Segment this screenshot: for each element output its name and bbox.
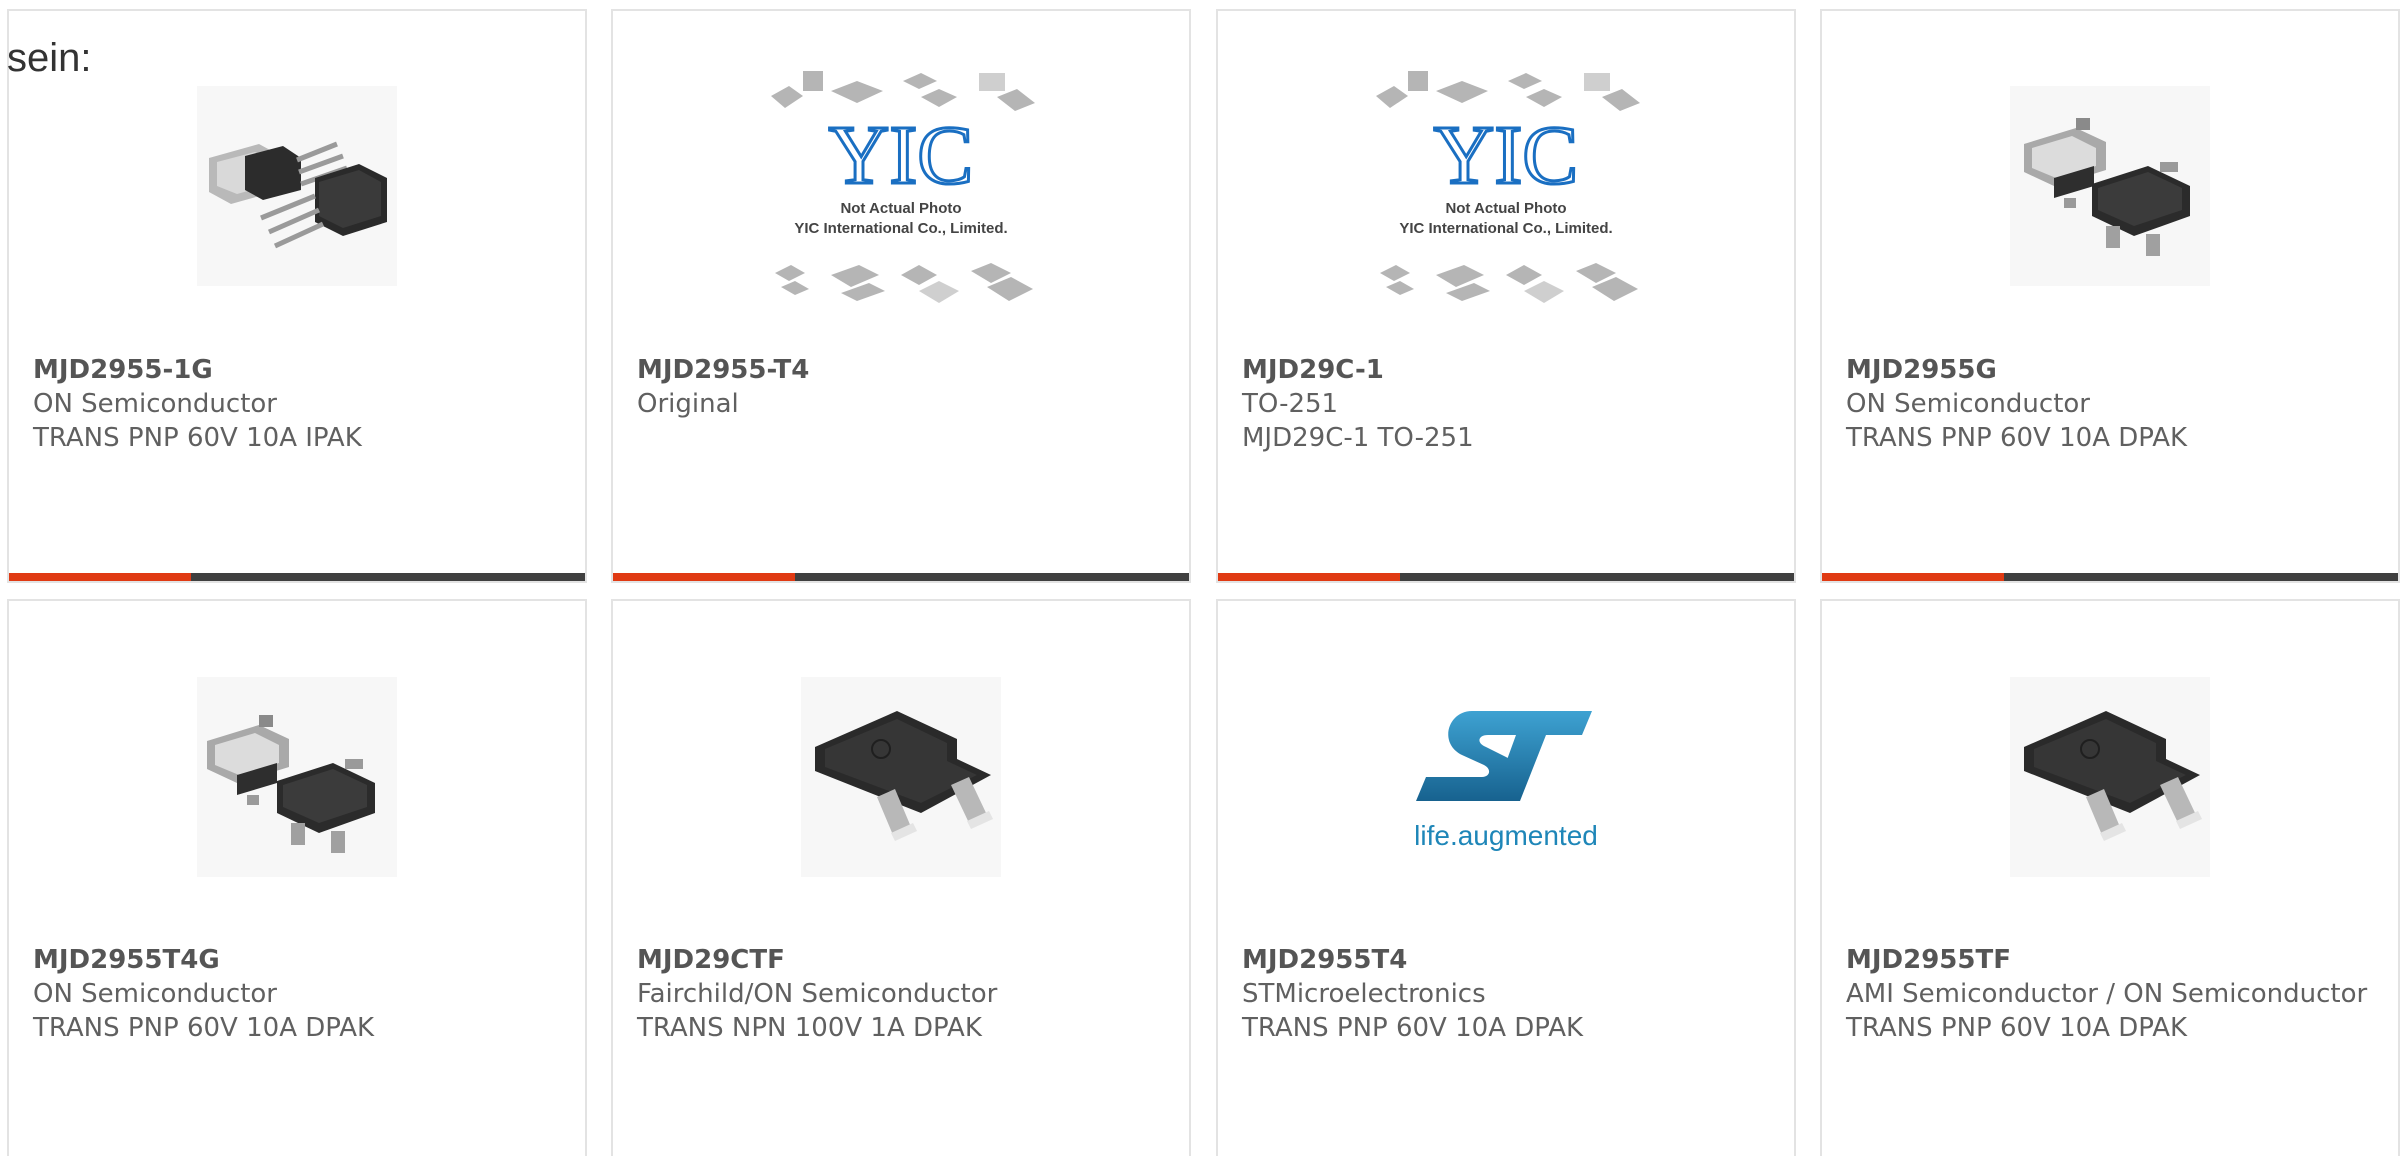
part-number[interactable]: MJD29CTF: [637, 943, 1169, 977]
card-accent-bar: [1822, 573, 2004, 581]
dpak-single-image[interactable]: [1822, 667, 2398, 887]
product-info: MJD2955-1G ON Semiconductor TRANS PNP 60…: [33, 353, 565, 455]
description: MJD29C-1 TO-251: [1242, 423, 1474, 453]
product-info: MJD2955G ON Semiconductor TRANS PNP 60V …: [1846, 353, 2378, 455]
section-heading: sein:: [7, 36, 92, 80]
yic-placeholder-image[interactable]: YIC Not Actual Photo YIC International C…: [613, 71, 1189, 303]
part-number[interactable]: MJD2955-1G: [33, 353, 565, 387]
part-number[interactable]: MJD2955T4G: [33, 943, 565, 977]
manufacturer: Fairchild/ON Semiconductor: [637, 979, 998, 1009]
placeholder-company: YIC International Co., Limited.: [794, 220, 1007, 237]
card-bottom-bar: [1218, 573, 1794, 581]
yic-logo-text: YIC: [1434, 109, 1579, 202]
product-grid: MJD2955-1G ON Semiconductor TRANS PNP 60…: [0, 0, 2400, 1156]
product-info: MJD2955TF AMI Semiconductor / ON Semicon…: [1846, 943, 2378, 1045]
st-tagline-text: life.augmented: [1414, 820, 1598, 851]
product-card[interactable]: MJD2955-1G ON Semiconductor TRANS PNP 60…: [7, 9, 587, 583]
card-bottom-bar: [1822, 573, 2398, 581]
manufacturer: STMicroelectronics: [1242, 979, 1486, 1009]
manufacturer: Original: [637, 389, 739, 419]
product-info: MJD2955-T4 Original: [637, 353, 1169, 421]
product-card[interactable]: MJD2955TF AMI Semiconductor / ON Semicon…: [1820, 599, 2400, 1156]
yic-placeholder-image[interactable]: YIC Not Actual Photo YIC International C…: [1218, 71, 1794, 303]
part-number[interactable]: MJD2955T4: [1242, 943, 1774, 977]
placeholder-note: Not Actual Photo: [840, 200, 961, 217]
product-info: MJD29C-1 TO-251 MJD29C-1 TO-251: [1242, 353, 1774, 455]
manufacturer: AMI Semiconductor / ON Semiconductor: [1846, 979, 2368, 1009]
product-card[interactable]: YIC Not Actual Photo YIC International C…: [1216, 9, 1796, 583]
ipak-transistor-image[interactable]: [9, 76, 585, 296]
manufacturer: ON Semiconductor: [1846, 389, 2090, 419]
description: TRANS PNP 60V 10A DPAK: [33, 1013, 375, 1043]
description: TRANS PNP 60V 10A DPAK: [1242, 1013, 1584, 1043]
product-info: MJD2955T4G ON Semiconductor TRANS PNP 60…: [33, 943, 565, 1045]
part-number[interactable]: MJD2955G: [1846, 353, 2378, 387]
manufacturer: ON Semiconductor: [33, 979, 277, 1009]
card-accent-bar: [9, 573, 191, 581]
package: TO-251: [1242, 389, 1339, 419]
placeholder-company: YIC International Co., Limited.: [1399, 220, 1612, 237]
st-logo-image[interactable]: life.augmented: [1218, 667, 1794, 887]
description: TRANS NPN 100V 1A DPAK: [637, 1013, 982, 1043]
card-accent-bar: [613, 573, 795, 581]
card-accent-bar: [1218, 573, 1400, 581]
dpak-transistor-image[interactable]: [1822, 76, 2398, 296]
product-info: MJD2955T4 STMicroelectronics TRANS PNP 6…: [1242, 943, 1774, 1045]
manufacturer: ON Semiconductor: [33, 389, 277, 419]
product-info: MJD29CTF Fairchild/ON Semiconductor TRAN…: [637, 943, 1169, 1045]
card-bottom-bar: [9, 573, 585, 581]
placeholder-note: Not Actual Photo: [1445, 200, 1566, 217]
product-card[interactable]: MJD2955G ON Semiconductor TRANS PNP 60V …: [1820, 9, 2400, 583]
part-number[interactable]: MJD2955TF: [1846, 943, 2378, 977]
dpak-transistor-image[interactable]: [9, 667, 585, 887]
product-card[interactable]: MJD29CTF Fairchild/ON Semiconductor TRAN…: [611, 599, 1191, 1156]
product-card[interactable]: MJD2955T4G ON Semiconductor TRANS PNP 60…: [7, 599, 587, 1156]
dpak-single-image[interactable]: [613, 667, 1189, 887]
description: TRANS PNP 60V 10A IPAK: [33, 423, 362, 453]
description: TRANS PNP 60V 10A DPAK: [1846, 423, 2188, 453]
part-number[interactable]: MJD29C-1: [1242, 353, 1774, 387]
card-bottom-bar: [613, 573, 1189, 581]
yic-logo-text: YIC: [829, 109, 974, 202]
description: TRANS PNP 60V 10A DPAK: [1846, 1013, 2188, 1043]
product-card[interactable]: YIC Not Actual Photo YIC International C…: [611, 9, 1191, 583]
part-number[interactable]: MJD2955-T4: [637, 353, 1169, 387]
product-card[interactable]: life.augmented MJD2955T4 STMicroelectron…: [1216, 599, 1796, 1156]
